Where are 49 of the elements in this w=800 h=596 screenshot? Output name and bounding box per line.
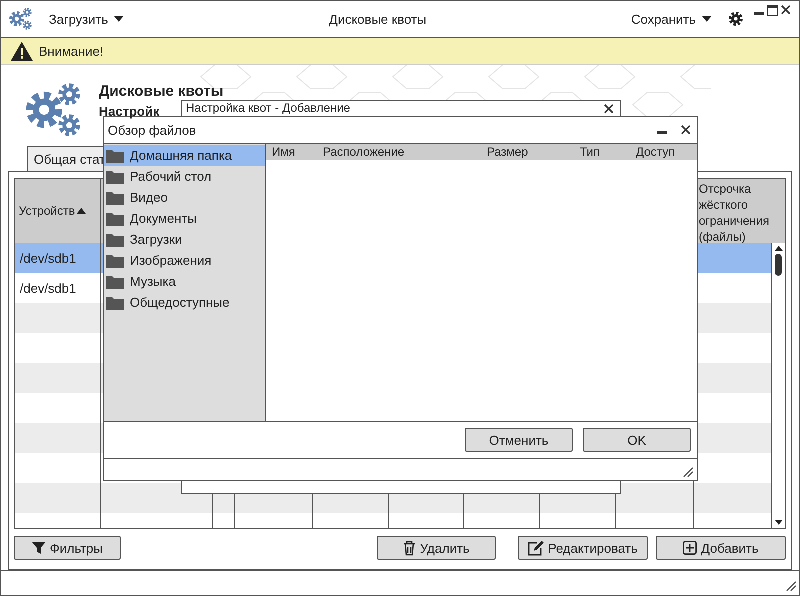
window-title: Дисковые квоты [328,12,428,26]
column-header[interactable]: Размер [481,145,574,159]
folder-item[interactable]: Домашняя папка [104,145,265,166]
dialog-title: Обзор файлов [108,122,198,138]
settings-icon[interactable] [728,11,744,27]
trash-icon [403,540,416,556]
folder-icon [106,148,124,162]
gears-icon [9,7,33,31]
folder-item[interactable]: Музыка [104,271,265,292]
folder-item[interactable]: Загрузки [104,229,265,250]
dialog-title: Настройка квот - Добавление [186,102,350,115]
close-icon[interactable] [604,104,614,114]
toolbar-button[interactable]: Удалить [377,536,496,560]
folder-item[interactable]: Видео [104,187,265,208]
column-header[interactable]: Имя [266,145,317,159]
toolbar-button[interactable]: Добавить [656,536,786,560]
table-cell: /dev/sdb1 [20,250,76,266]
column-header[interactable]: Расположение [317,145,481,159]
scrollbar-thumb[interactable] [775,254,782,276]
table-cell: /dev/sdb1 [20,280,76,296]
column-header[interactable]: Тип [574,145,630,159]
toolbar-button[interactable]: Редактировать [518,536,648,560]
filter-icon [32,541,46,555]
close-icon[interactable] [781,5,791,15]
warning-text: Внимание! [39,44,104,58]
resize-grip-icon[interactable] [683,467,693,477]
page-subtitle: Настройк [99,104,160,119]
scroll-up-icon[interactable] [774,246,782,251]
caret-icon [114,16,124,22]
folder-item[interactable]: Документы [104,208,265,229]
scroll-down-icon[interactable] [774,520,782,525]
maximize-icon[interactable] [767,5,778,16]
page-title: Дисковые квоты [99,83,224,100]
resize-grip-icon[interactable] [786,581,796,591]
dialog-button[interactable]: OK [583,428,691,452]
folder-item[interactable]: Общедоступные [104,292,265,313]
toolbar-button[interactable]: Фильтры [14,536,121,560]
dialog-button[interactable]: Отменить [465,428,573,452]
close-icon[interactable] [681,125,691,135]
edit-icon [528,540,544,556]
load-menu[interactable]: Загрузить [43,12,130,26]
gears-icon [25,81,83,139]
caret-icon [702,16,712,22]
folder-item[interactable]: Изображения [104,250,265,271]
warning-icon [11,42,33,60]
column-header[interactable]: Отсрочка жёсткого ограничения (файлы) [694,179,785,243]
column-header[interactable]: Доступ [630,145,696,159]
save-menu[interactable]: Сохранить [625,12,718,26]
plus-icon [683,541,698,555]
